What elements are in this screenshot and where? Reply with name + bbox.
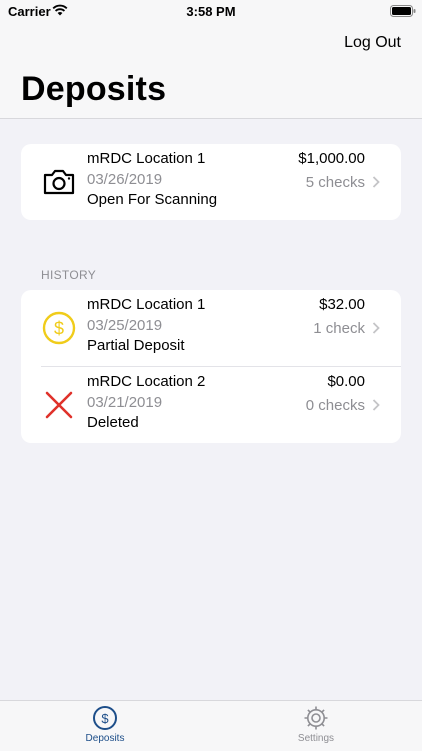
check-count: 0 checks (305, 397, 365, 414)
chevron-right-icon (372, 399, 380, 411)
camera-icon (43, 169, 75, 195)
chevron-right-icon (372, 176, 380, 188)
navigation-bar: Log Out Deposits (0, 24, 422, 119)
svg-text:$: $ (101, 711, 109, 726)
clock-time: 3:58 PM (186, 4, 236, 19)
page-title: Deposits (21, 70, 167, 108)
current-deposit-card: mRDC Location 1 03/26/2019 Open For Scan… (21, 144, 401, 220)
battery-icon (390, 5, 416, 17)
deposit-amount: $0.00 (327, 373, 365, 390)
history-card: $ mRDC Location 1 03/25/2019 Partial Dep… (21, 290, 401, 443)
check-count: 5 checks (305, 174, 365, 191)
tab-settings[interactable]: Settings (256, 705, 376, 744)
history-row[interactable]: $ mRDC Location 1 03/25/2019 Partial Dep… (21, 290, 401, 366)
deposit-date: 03/21/2019 (87, 394, 163, 411)
deposit-amount: $1,000.00 (298, 150, 365, 167)
svg-text:$: $ (54, 319, 64, 339)
tab-label: Settings (297, 733, 335, 744)
status-bar: Carrier 3:58 PM (0, 0, 422, 24)
deposit-status: Partial Deposit (87, 337, 185, 354)
deposit-location-name: mRDC Location 1 (87, 150, 206, 167)
settings-gear-icon (304, 706, 328, 730)
deleted-x-icon (45, 391, 73, 419)
dollar-coin-icon: $ (42, 311, 76, 345)
deposit-location-name: mRDC Location 1 (87, 296, 206, 313)
tab-deposits[interactable]: $ Deposits (45, 705, 165, 744)
tab-label: Deposits (85, 733, 125, 744)
check-count: 1 check (313, 320, 365, 337)
logout-button[interactable]: Log Out (344, 34, 401, 52)
deposit-status: Open For Scanning (87, 191, 218, 208)
history-row[interactable]: mRDC Location 2 03/21/2019 Deleted $0.00… (21, 367, 401, 443)
history-section-header: HISTORY (41, 268, 97, 282)
chevron-right-icon (372, 322, 380, 334)
deposit-location-name: mRDC Location 2 (87, 373, 206, 390)
current-deposit-row[interactable]: mRDC Location 1 03/26/2019 Open For Scan… (21, 144, 401, 220)
tab-bar: $ Deposits Settings (0, 700, 422, 751)
deposit-date: 03/25/2019 (87, 317, 163, 334)
deposit-amount: $32.00 (319, 296, 365, 313)
deposit-status: Deleted (87, 414, 139, 431)
dollar-circle-icon: $ (93, 706, 117, 730)
deposit-date: 03/26/2019 (87, 171, 163, 188)
